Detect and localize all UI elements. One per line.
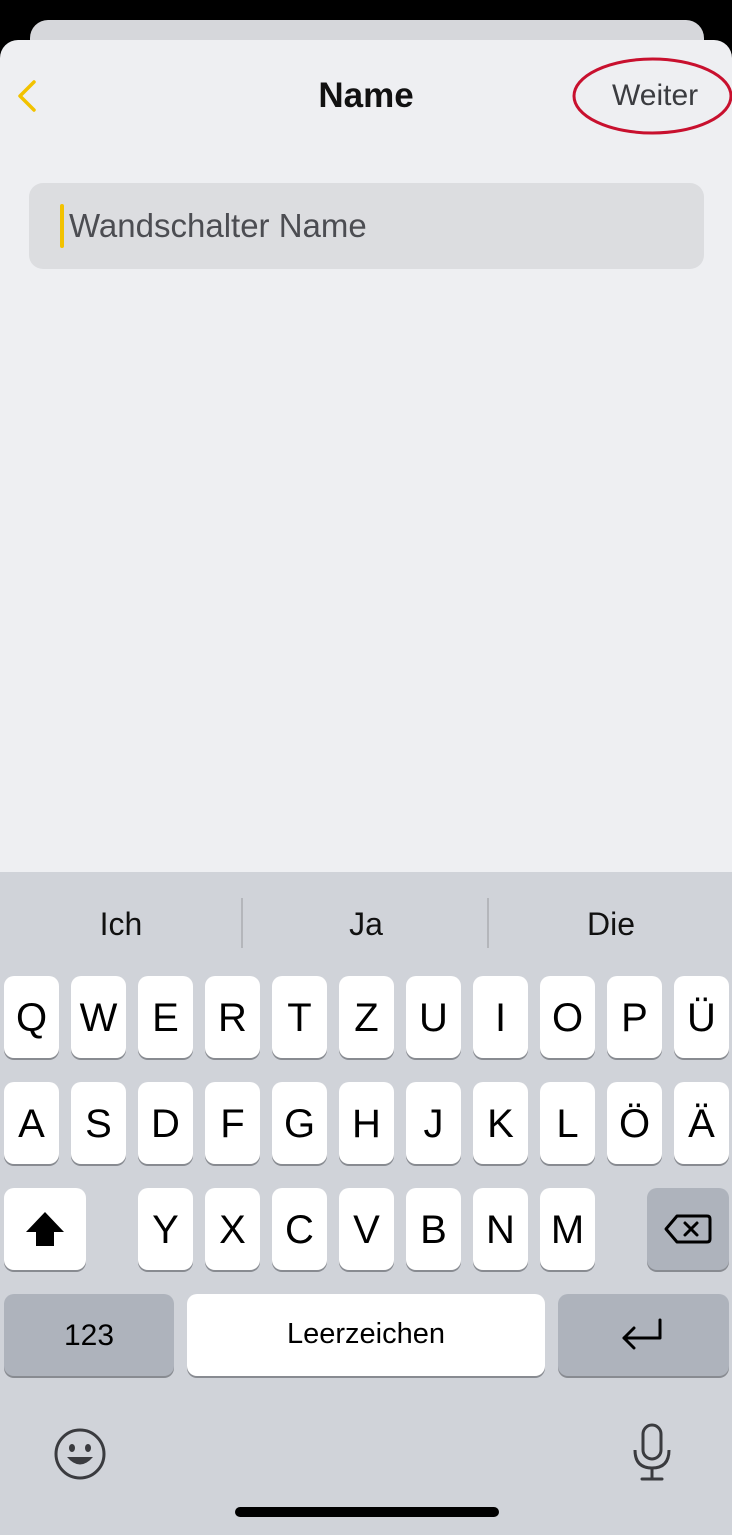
key-o[interactable]: O: [540, 976, 595, 1058]
key-d[interactable]: D: [138, 1082, 193, 1164]
space-key[interactable]: Leerzeichen: [187, 1294, 545, 1376]
next-button[interactable]: Weiter: [612, 76, 698, 116]
name-sheet: [0, 40, 732, 872]
key-w[interactable]: W: [71, 976, 126, 1058]
suggestion-3[interactable]: Die: [490, 900, 732, 948]
numbers-key[interactable]: 123: [4, 1294, 174, 1376]
return-icon: [622, 1318, 662, 1350]
backspace-icon: [664, 1214, 712, 1244]
key-label: O: [551, 996, 584, 1040]
key-label: Leerzeichen: [287, 1318, 445, 1350]
key-label: V: [353, 1208, 380, 1252]
key-q[interactable]: Q: [4, 976, 59, 1058]
key-label: L: [556, 1102, 579, 1146]
keyboard: Ich Ja Die Q W E R T Z U I O P Ü A S D F…: [0, 872, 732, 1535]
key-label: I: [494, 996, 507, 1040]
key-label: R: [218, 996, 247, 1040]
key-t[interactable]: T: [272, 976, 327, 1058]
key-ae[interactable]: Ä: [674, 1082, 729, 1164]
key-v[interactable]: V: [339, 1188, 394, 1270]
key-label: C: [285, 1208, 314, 1252]
key-label: W: [79, 996, 118, 1040]
key-label: S: [85, 1102, 112, 1146]
key-label: Z: [354, 996, 379, 1040]
key-c[interactable]: C: [272, 1188, 327, 1270]
microphone-button[interactable]: [630, 1422, 674, 1484]
key-label: N: [486, 1208, 515, 1252]
key-a[interactable]: A: [4, 1082, 59, 1164]
key-r[interactable]: R: [205, 976, 260, 1058]
emoji-button[interactable]: [52, 1426, 108, 1482]
key-s[interactable]: S: [71, 1082, 126, 1164]
key-m[interactable]: M: [540, 1188, 595, 1270]
key-k[interactable]: K: [473, 1082, 528, 1164]
key-b[interactable]: B: [406, 1188, 461, 1270]
key-label: A: [18, 1102, 45, 1146]
suggestion-divider: [487, 898, 489, 948]
key-label: F: [220, 1102, 245, 1146]
return-key[interactable]: [558, 1294, 729, 1376]
text-caret: [60, 204, 64, 248]
shift-key[interactable]: [4, 1188, 86, 1270]
key-h[interactable]: H: [339, 1082, 394, 1164]
key-label: X: [219, 1208, 246, 1252]
key-label: U: [419, 996, 448, 1040]
key-label: K: [487, 1102, 514, 1146]
suggestion-divider: [241, 898, 243, 948]
key-y[interactable]: Y: [138, 1188, 193, 1270]
key-i[interactable]: I: [473, 976, 528, 1058]
key-label: M: [550, 1208, 585, 1252]
key-ue[interactable]: Ü: [674, 976, 729, 1058]
key-label: G: [283, 1102, 316, 1146]
key-u[interactable]: U: [406, 976, 461, 1058]
key-e[interactable]: E: [138, 976, 193, 1058]
key-label: H: [352, 1102, 381, 1146]
name-field[interactable]: [29, 183, 704, 269]
emoji-icon: [54, 1428, 106, 1480]
microphone-icon: [633, 1423, 671, 1481]
key-z[interactable]: Z: [339, 976, 394, 1058]
key-x[interactable]: X: [205, 1188, 260, 1270]
home-indicator: [235, 1507, 499, 1517]
name-input[interactable]: [69, 183, 689, 269]
key-f[interactable]: F: [205, 1082, 260, 1164]
key-label: D: [151, 1102, 180, 1146]
key-label: J: [423, 1102, 444, 1146]
key-oe[interactable]: Ö: [607, 1082, 662, 1164]
key-n[interactable]: N: [473, 1188, 528, 1270]
key-label: 123: [63, 1319, 115, 1352]
suggestion-1[interactable]: Ich: [0, 900, 242, 948]
key-label: P: [621, 996, 648, 1040]
key-l[interactable]: L: [540, 1082, 595, 1164]
backspace-key[interactable]: [647, 1188, 729, 1270]
key-p[interactable]: P: [607, 976, 662, 1058]
key-label: Y: [152, 1208, 179, 1252]
key-label: Ö: [618, 1102, 651, 1146]
key-label: Ä: [688, 1102, 715, 1146]
key-label: Q: [15, 996, 48, 1040]
key-label: T: [287, 996, 312, 1040]
suggestion-2[interactable]: Ja: [244, 900, 488, 948]
key-label: E: [152, 996, 179, 1040]
key-label: Ü: [687, 996, 716, 1040]
shift-icon: [26, 1212, 64, 1246]
key-label: B: [420, 1208, 447, 1252]
key-j[interactable]: J: [406, 1082, 461, 1164]
key-g[interactable]: G: [272, 1082, 327, 1164]
